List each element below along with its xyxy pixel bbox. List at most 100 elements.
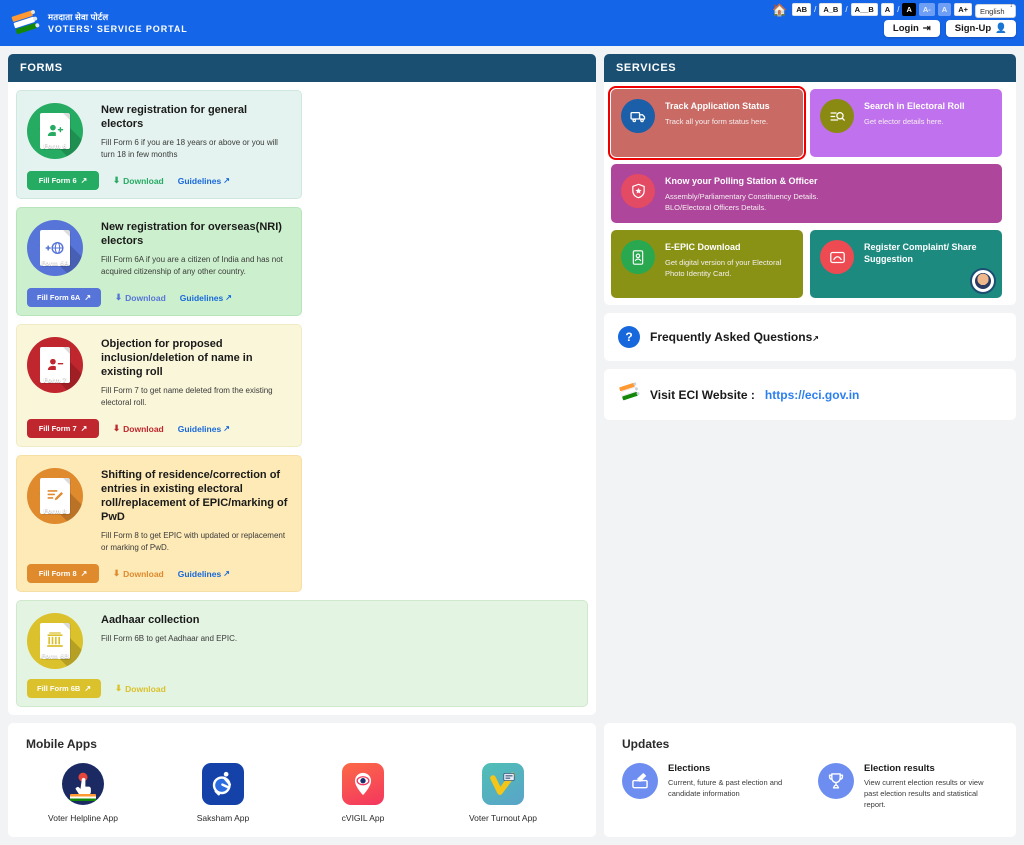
cvigil-app-icon [342, 763, 384, 805]
form-card[interactable]: Form 6A New registration for overseas(NR… [16, 207, 302, 316]
forms-column: FORMS Form 6 New registration for genera… [8, 54, 596, 715]
separator: / [814, 5, 817, 14]
ballot-box-icon [622, 763, 658, 799]
faq-row[interactable]: ? Frequently Asked Questions↗ [604, 313, 1016, 361]
service-card[interactable]: Search in Electoral Roll Get elector det… [810, 89, 1002, 157]
mobile-app-item[interactable]: cVIGIL App [318, 763, 408, 823]
form-card[interactable]: Form 7 Objection for proposed inclusion/… [16, 324, 302, 447]
language-selector-wrapper: English [975, 1, 1016, 19]
login-arrow-icon: ⇥ [922, 23, 931, 34]
fill-form-button[interactable]: Fill Form 6B ↗ [27, 679, 102, 698]
font-decrease-button[interactable]: A- [918, 3, 935, 16]
fill-form-button[interactable]: Fill Form 8 ↗ [27, 564, 99, 583]
home-icon[interactable]: 🏠 [772, 4, 787, 16]
brand-title-hindi: मतदाता सेवा पोर्टल [48, 11, 109, 22]
contrast-normal-button[interactable]: A [880, 3, 895, 16]
service-card[interactable]: Register Complaint/ Share Suggestion [810, 230, 1002, 298]
service-card[interactable]: E-EPIC Download Get digital version of y… [611, 230, 803, 298]
form-icon-wrapper: Form 6A [27, 218, 91, 278]
service-title: E-EPIC Download [665, 242, 741, 252]
fill-form-button[interactable]: Fill Form 7 ↗ [27, 419, 99, 438]
mobile-app-label: Saksham App [196, 813, 250, 823]
signup-button[interactable]: Sign-Up 👤 [945, 20, 1016, 37]
forms-panel: FORMS Form 6 New registration for genera… [8, 54, 596, 715]
service-texts: Search in Electoral Roll Get elector det… [864, 99, 992, 147]
person-add-icon: Form 6 [27, 103, 83, 159]
form-description: Fill Form 6 if you are 18 years or above… [101, 138, 278, 159]
edit-document-icon: Form 8 [27, 468, 83, 524]
services-column: SERVICES Track Application Status Track … [604, 54, 1016, 715]
bottom-section: Mobile Apps Voter Helpline App Saksham A… [0, 723, 1024, 845]
download-label: Download [125, 683, 166, 694]
form-card-body: New registration for overseas(NRI) elect… [101, 218, 291, 278]
login-button[interactable]: Login ⇥ [883, 20, 940, 37]
guidelines-link[interactable]: Guidelines ↗ [178, 569, 230, 579]
guidelines-link[interactable]: Guidelines ↗ [178, 176, 230, 186]
updates-title: Updates [622, 737, 670, 751]
forms-panel-title: FORMS [8, 54, 596, 82]
form-title: Shifting of residence/correction of entr… [101, 469, 288, 523]
voter-turnout-app-icon [482, 763, 524, 805]
form-card-body: Shifting of residence/correction of entr… [101, 466, 291, 554]
services-panel-title: SERVICES [604, 54, 1016, 82]
mobile-app-item[interactable]: Voter Turnout App [458, 763, 548, 823]
updates-list: Elections Current, future & past electio… [622, 763, 998, 810]
eci-url[interactable]: https://eci.gov.in [765, 388, 859, 402]
guidelines-link[interactable]: Guidelines ↗ [180, 293, 232, 303]
services-list: Track Application Status Track all your … [604, 82, 1016, 305]
font-default-button[interactable]: A [937, 3, 952, 16]
signup-label: Sign-Up [954, 23, 992, 34]
letter-spacing-wide-button[interactable]: A__B [850, 3, 878, 16]
download-link[interactable]: ⬇ Download [113, 175, 164, 186]
eci-website-row[interactable]: Visit ECI Website : https://eci.gov.in [604, 369, 1016, 420]
form-description: Fill Form 8 to get EPIC with updated or … [101, 531, 286, 552]
form-card[interactable]: Form 8 Shifting of residence/correction … [16, 455, 302, 592]
arrow-up-right-icon: ↗ [84, 293, 92, 302]
language-selector[interactable]: English [975, 3, 1016, 18]
download-link[interactable]: ⬇ Download [115, 292, 166, 303]
brand[interactable]: मतदाता सेवा पोर्टल VOTERS' SERVICE PORTA… [10, 9, 188, 36]
update-title: Elections [668, 763, 711, 774]
contrast-invert-button[interactable]: A [902, 3, 916, 16]
fill-form-label: Fill Form 7 [38, 424, 77, 433]
fill-form-button[interactable]: Fill Form 6 ↗ [27, 171, 99, 190]
update-item[interactable]: Election results View current election r… [818, 763, 996, 810]
form-card[interactable]: Form 6B Aadhaar collection Fill Form 6B … [16, 600, 588, 707]
download-label: Download [123, 423, 164, 434]
page-body: FORMS Form 6 New registration for genera… [0, 46, 1024, 723]
arrow-up-right-icon: ↗ [80, 569, 88, 578]
eci-logo-icon [10, 9, 40, 36]
mobile-app-label: Voter Helpline App [48, 813, 118, 823]
aadhaar-card-icon: Form 6B [27, 613, 83, 669]
download-link[interactable]: ⬇ Download [113, 568, 164, 579]
search-list-icon [820, 99, 854, 133]
eci-label: Visit ECI Website : [650, 387, 755, 402]
form-card-top: Form 6 New registration for general elec… [27, 101, 291, 161]
fill-form-button[interactable]: Fill Form 6A ↗ [27, 288, 102, 307]
update-subtitle: View current election results or view pa… [864, 778, 984, 809]
mobile-app-item[interactable]: Voter Helpline App [38, 763, 128, 823]
form-card-top: Form 6B Aadhaar collection Fill Form 6B … [27, 611, 577, 669]
forms-list: Form 6 New registration for general elec… [8, 82, 596, 715]
service-title: Search in Electoral Roll [864, 101, 965, 111]
mobile-app-label: Voter Turnout App [468, 813, 538, 823]
service-card[interactable]: Know your Polling Station & Officer Asse… [611, 164, 1002, 223]
form-icon-wrapper: Form 6B [27, 611, 91, 669]
guidelines-link[interactable]: Guidelines ↗ [178, 424, 230, 434]
mobile-apps-list: Voter Helpline App Saksham App cVIGIL Ap… [26, 763, 578, 823]
chatbot-avatar[interactable] [970, 268, 996, 294]
service-card[interactable]: Track Application Status Track all your … [608, 86, 806, 160]
update-item[interactable]: Elections Current, future & past electio… [622, 763, 800, 810]
download-link[interactable]: ⬇ Download [115, 683, 166, 694]
font-increase-button[interactable]: A+ [954, 3, 972, 16]
saksham-app-icon [202, 763, 244, 805]
letter-spacing-normal-button[interactable]: AB [792, 3, 812, 16]
letter-spacing-medium-button[interactable]: A_B [819, 3, 843, 16]
services-panel: SERVICES Track Application Status Track … [604, 54, 1016, 305]
download-link[interactable]: ⬇ Download [113, 423, 164, 434]
form-card[interactable]: Form 6 New registration for general elec… [16, 90, 302, 199]
service-texts: Track Application Status Track all your … [665, 99, 793, 147]
mobile-app-item[interactable]: Saksham App [178, 763, 268, 823]
form-card-body: New registration for general electors Fi… [101, 101, 291, 161]
arrow-up-right-icon: ↗ [80, 176, 88, 185]
